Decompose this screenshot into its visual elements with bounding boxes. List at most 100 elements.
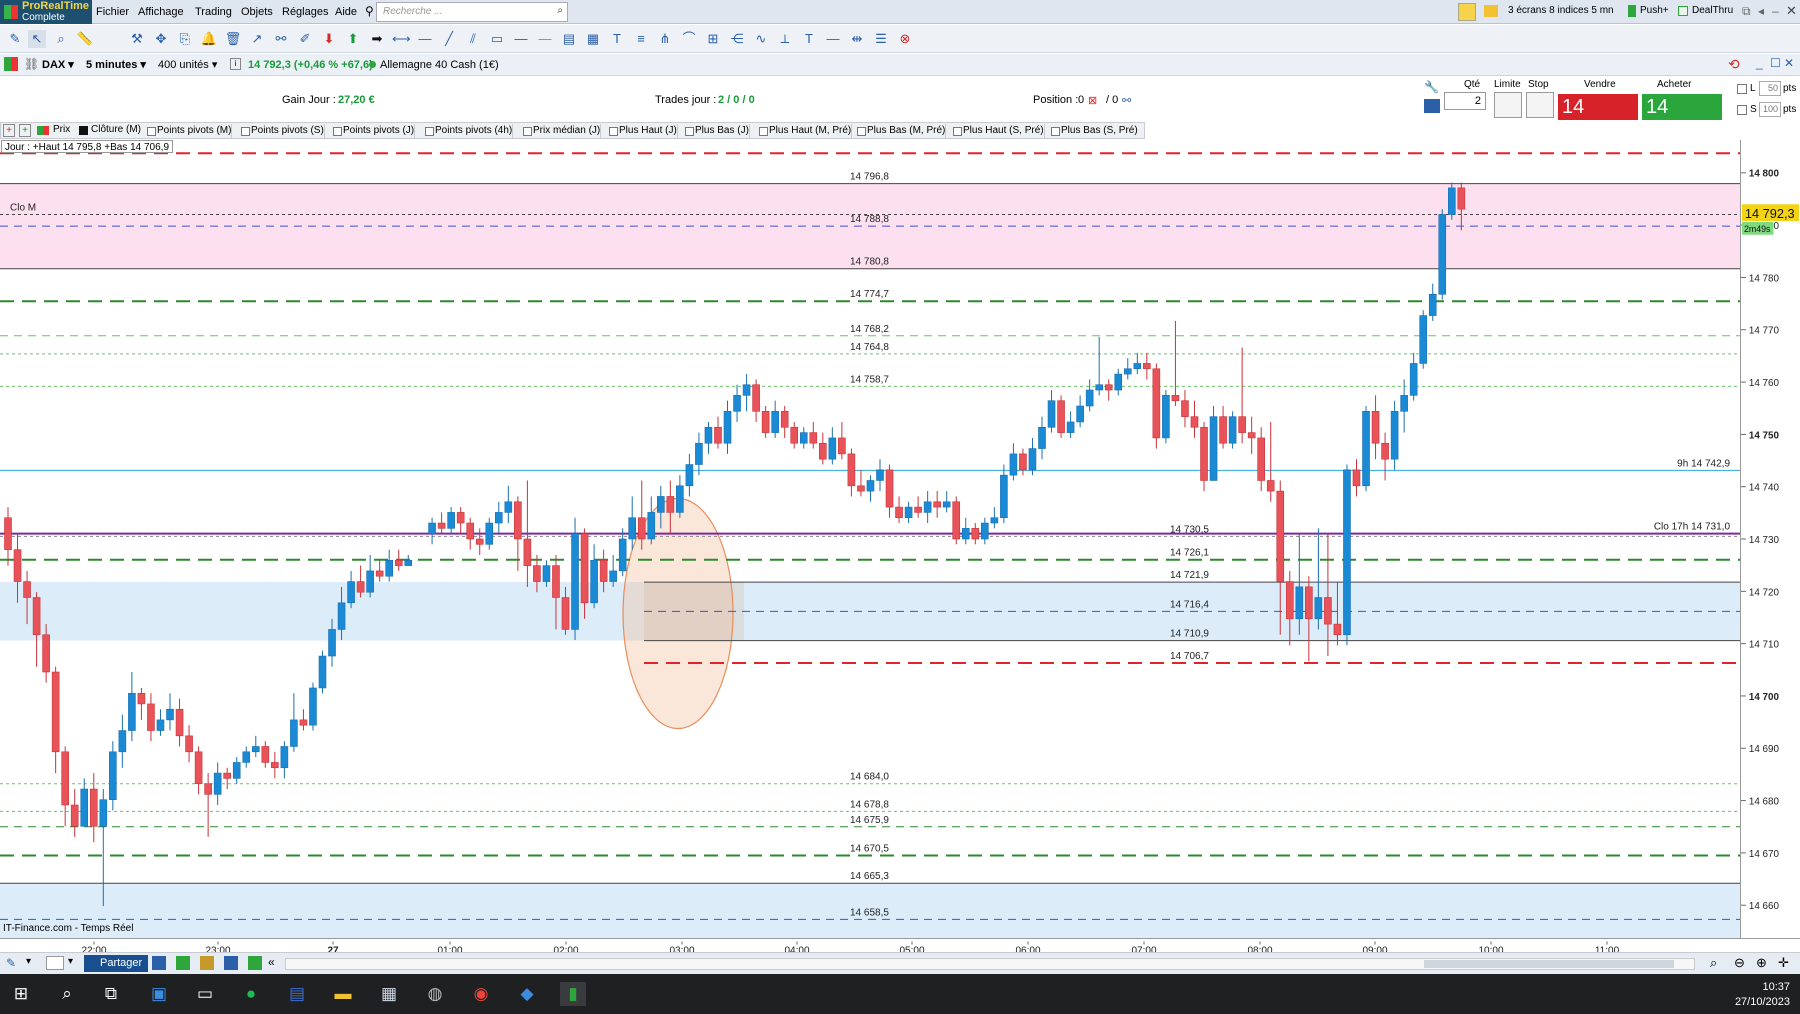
instrument-select[interactable]: DAX ▾ <box>42 57 74 73</box>
menu-reglages[interactable]: Réglages <box>282 6 328 18</box>
fib-arc-icon[interactable]: ⌒ <box>680 30 698 48</box>
link-icon[interactable]: ⚯ <box>272 30 290 48</box>
chart-style-arrow-icon[interactable]: ▾ <box>68 956 73 967</box>
pencil-icon[interactable]: ✎ <box>6 30 24 48</box>
export-icon[interactable] <box>176 956 190 970</box>
undock-icon[interactable]: ⧉ <box>1742 4 1751 19</box>
search-taskbar-icon[interactable]: ⌕ <box>54 982 80 1006</box>
up-arrow-icon[interactable]: ⬆ <box>344 30 362 48</box>
indicator-plus-bas-s[interactable]: Plus Bas (S, Pré) <box>1049 124 1138 138</box>
timeframe-select[interactable]: 5 minutes ▾ <box>86 57 146 73</box>
limit-distance-input[interactable]: 50 <box>1759 81 1781 96</box>
add-indicator-icon[interactable]: + <box>3 124 15 137</box>
layout-icon[interactable] <box>224 956 238 970</box>
measure-icon[interactable]: ⇹ <box>848 30 866 48</box>
calculator-icon[interactable] <box>1424 99 1440 113</box>
folder-icon[interactable] <box>1484 5 1498 17</box>
position-detail-icon[interactable]: ⚯ <box>1122 94 1131 107</box>
buy-button[interactable]: 14 793,0 <box>1642 94 1722 144</box>
text-icon[interactable]: T <box>608 30 626 48</box>
indicator-plus-haut-m[interactable]: Plus Haut (M, Pré) <box>757 124 853 138</box>
menu-trading[interactable]: Trading <box>195 6 232 18</box>
price-chart[interactable]: 14 796,8 Clo M 14 788,8 14 780,8 14 774,7 14 … <box>0 140 1740 940</box>
alerts-icon[interactable] <box>1458 3 1476 21</box>
purple-line-icon[interactable]: — <box>512 30 530 48</box>
limit-order-button[interactable] <box>1494 92 1522 118</box>
minimize-icon[interactable]: – <box>1772 4 1779 18</box>
indicator-settings-icon[interactable]: + <box>19 124 31 137</box>
window-minimize-icon[interactable]: _ <box>1756 56 1763 70</box>
calculator-taskbar-icon[interactable]: ▦ <box>376 982 402 1006</box>
draw-menu-arrow-icon[interactable]: ▾ <box>26 956 31 967</box>
indicator-cloture[interactable]: Clôture (M) <box>91 124 141 135</box>
outlook-icon[interactable]: ▣ <box>146 982 172 1006</box>
cursor-icon[interactable]: ↖ <box>28 30 46 48</box>
scroll-thumb[interactable] <box>1424 960 1674 968</box>
search-icon[interactable]: ⌕ <box>557 5 563 16</box>
note-icon[interactable]: T <box>800 30 818 48</box>
arrow-line-icon[interactable]: ↗ <box>248 30 266 48</box>
rewind-icon[interactable]: « <box>268 955 275 969</box>
menu-aide[interactable]: Aide <box>335 6 357 18</box>
word-icon[interactable]: ▤ <box>284 982 310 1006</box>
fibonacci-icon[interactable]: ≡ <box>632 30 650 48</box>
back-icon[interactable]: ◂ <box>1758 4 1764 18</box>
search-scope-icon[interactable]: ⚲ <box>365 4 374 18</box>
indicator-plus-haut-s[interactable]: Plus Haut (S, Pré) <box>951 124 1045 138</box>
bell-icon[interactable]: 🔔 <box>200 30 218 48</box>
order-settings-icon[interactable]: 🔧 <box>1424 80 1439 94</box>
sync-icon[interactable]: ⟲ <box>1728 56 1740 73</box>
chrome-icon[interactable]: ◉ <box>468 982 494 1006</box>
indicator-pivots-4h[interactable]: Points pivots (4h) <box>423 124 514 138</box>
prorealtime-taskbar-icon[interactable]: ▮ <box>560 982 586 1006</box>
indicator-pivots-j[interactable]: Points pivots (J) <box>331 124 416 138</box>
dealthru-button[interactable]: DealThru <box>1692 5 1733 16</box>
dash-line-icon[interactable]: — <box>824 30 842 48</box>
zoom-in-icon[interactable]: ⊕ <box>1756 955 1767 971</box>
price-axis[interactable]: 14 660 14 670 14 680 14 690 14 700 14 710 14 7… <box>1740 140 1800 940</box>
zoom-icon[interactable]: ⌕ <box>52 30 70 48</box>
tools-icon[interactable]: ⚒ <box>128 30 146 48</box>
indicator-pivots-s[interactable]: Points pivots (S) <box>239 124 325 138</box>
close-icon[interactable]: ✕ <box>1786 3 1797 19</box>
workspace-name[interactable]: 3 écrans 8 indices 5 mn <box>1508 5 1614 16</box>
hline-icon[interactable]: ⟷ <box>392 30 411 48</box>
zoom-fit-icon[interactable]: ⌕ <box>1710 955 1717 971</box>
menu-fichier[interactable]: Fichier <box>96 6 129 18</box>
zoom-out-icon[interactable]: ⊖ <box>1734 955 1745 971</box>
trendline-icon[interactable]: ╱ <box>440 30 458 48</box>
indicator-list-icon[interactable] <box>248 956 262 970</box>
indicator-plus-bas-m[interactable]: Plus Bas (M, Pré) <box>855 124 947 138</box>
down-arrow-icon[interactable]: ⬇ <box>320 30 338 48</box>
screenshot-icon[interactable] <box>152 956 166 970</box>
label-icon[interactable]: ▦ <box>584 30 602 48</box>
window-maximize-icon[interactable]: ☐ <box>1770 56 1781 70</box>
position-close-icon[interactable]: ⊠ <box>1088 94 1097 107</box>
calendar-icon[interactable] <box>200 956 214 970</box>
text-box-icon[interactable]: ▤ <box>560 30 578 48</box>
window-close-icon[interactable]: ✕ <box>1784 56 1794 70</box>
share-button[interactable]: Partager <box>84 955 149 972</box>
stop-order-button[interactable] <box>1526 92 1554 118</box>
gann-icon[interactable]: ⊞ <box>704 30 722 48</box>
app-taskbar-icon[interactable]: ◍ <box>422 982 448 1006</box>
search-input[interactable]: Recherche ... ⌕ <box>376 2 568 22</box>
ruler-icon[interactable]: 📏 <box>76 30 94 48</box>
units-select[interactable]: 400 unités ▾ <box>158 57 217 73</box>
indicator-prix-median[interactable]: Prix médian (J) <box>521 124 602 138</box>
task-view-icon[interactable]: ⧉ <box>98 982 124 1006</box>
chart-style-icon[interactable] <box>46 956 64 970</box>
indicator-prix[interactable]: Prix <box>53 124 70 135</box>
chart-type-icon[interactable] <box>4 57 18 71</box>
copy-icon[interactable]: ⎘ <box>176 30 194 48</box>
lock-icon[interactable]: ⛓ <box>24 57 39 71</box>
time-scrollbar[interactable] <box>285 958 1695 970</box>
blue-line-icon[interactable]: — <box>536 30 554 48</box>
crosshair-icon[interactable]: ✛ <box>1778 955 1789 971</box>
indicator-pivots-m[interactable]: Points pivots (M) <box>145 124 233 138</box>
draw-tool-icon[interactable]: ✎ <box>6 956 16 970</box>
pitchfork-icon[interactable]: ⋲ <box>728 30 746 48</box>
stop-distance-input[interactable]: 100 <box>1759 102 1781 117</box>
indicator-plus-haut-j[interactable]: Plus Haut (J) <box>607 124 678 138</box>
delete-all-icon[interactable]: ⊗ <box>896 30 914 48</box>
